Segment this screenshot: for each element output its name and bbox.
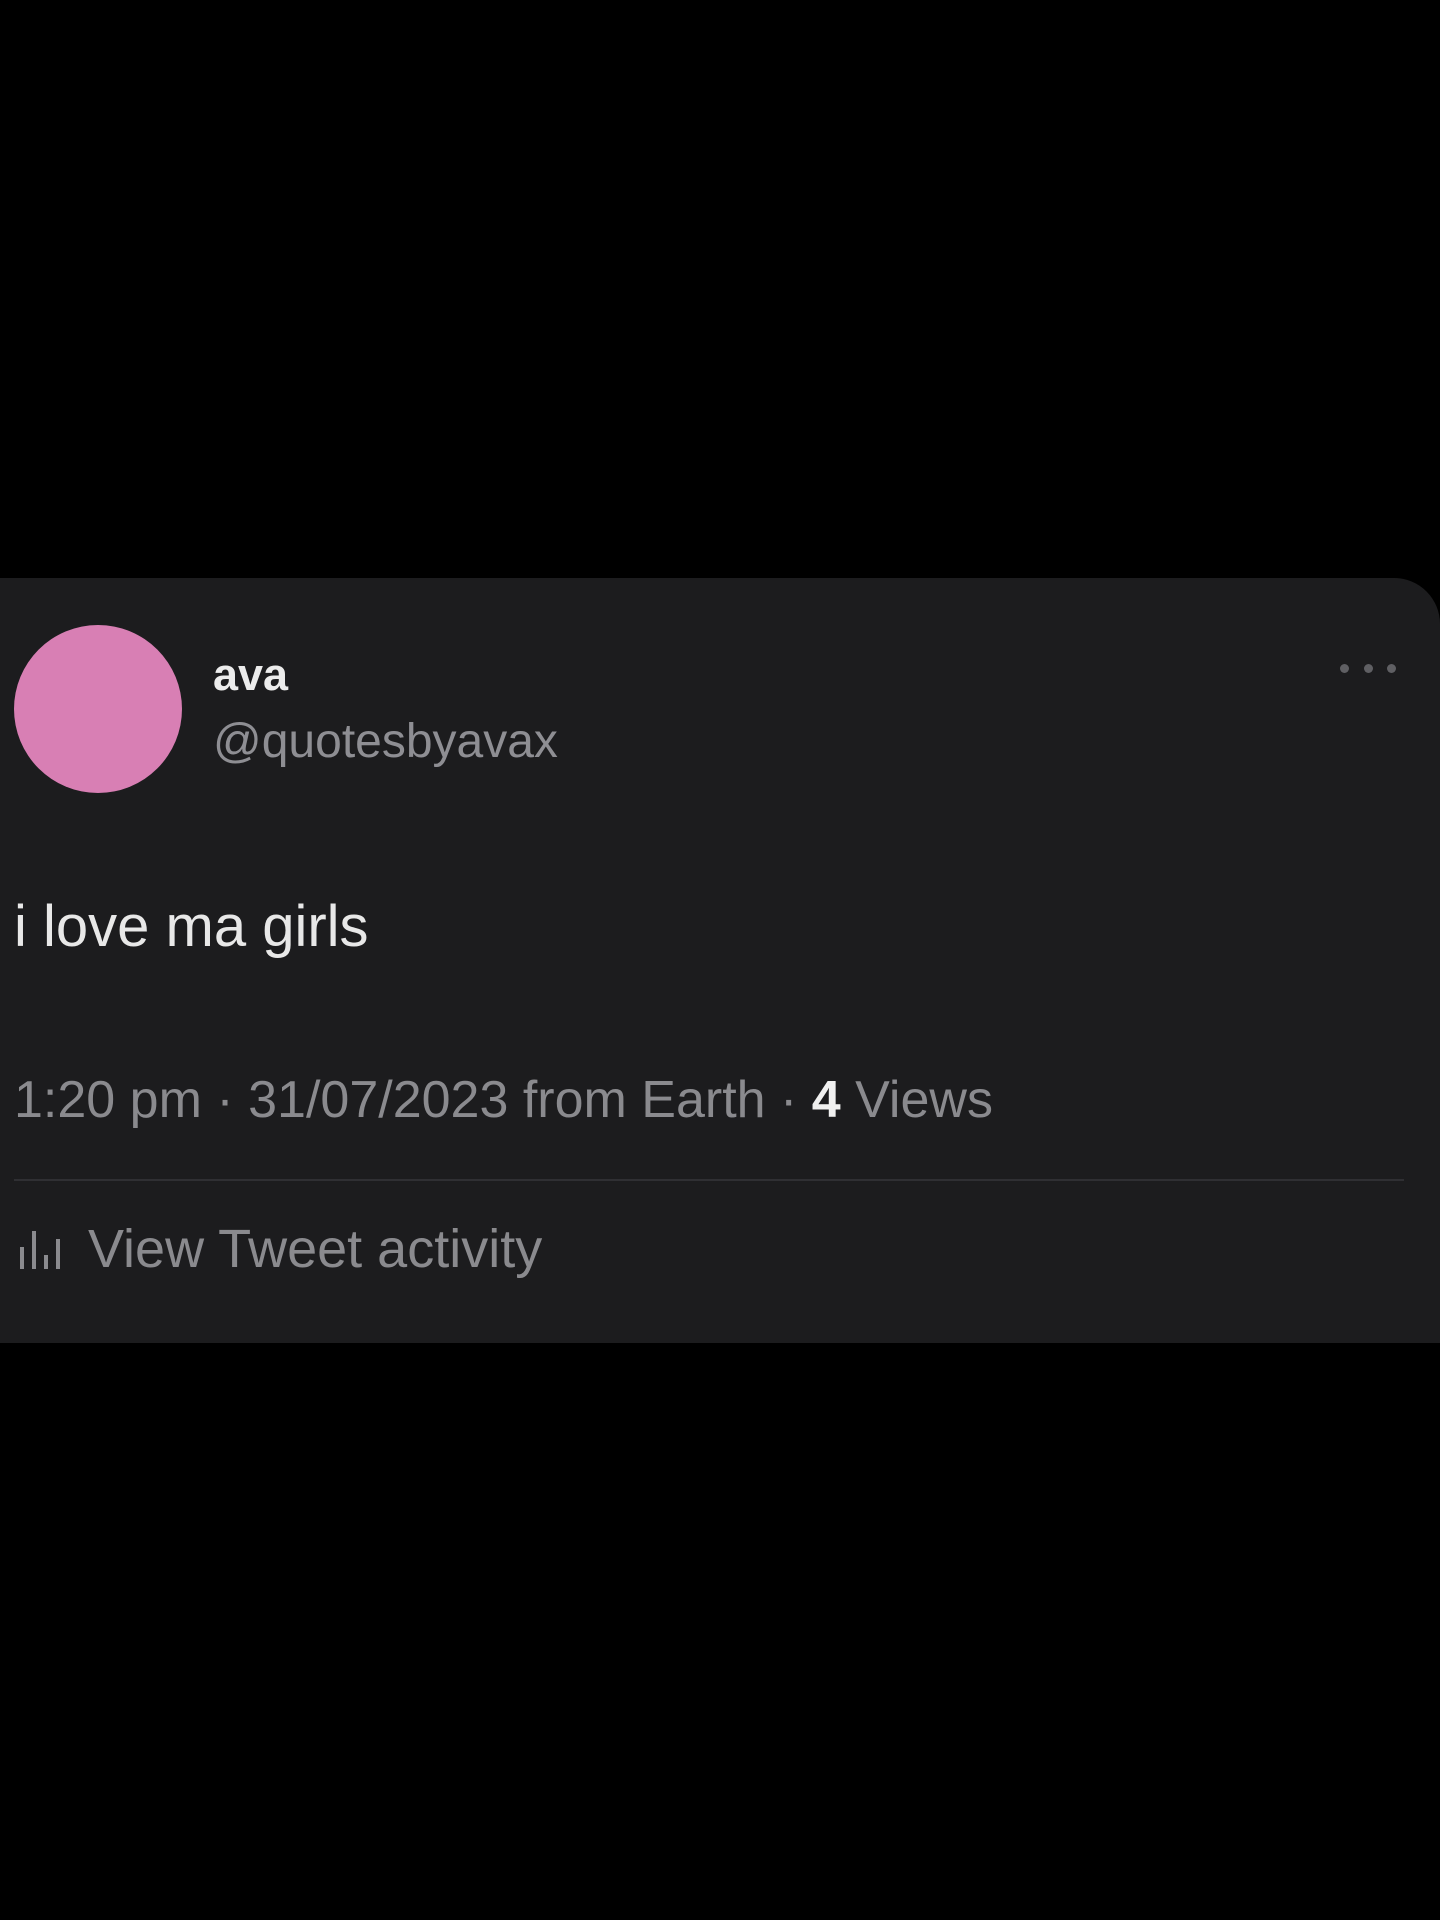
tweet-text: i love ma girls xyxy=(14,894,369,959)
bar-chart-icon xyxy=(20,1231,60,1269)
tweet-date-source[interactable]: 31/07/2023 from Earth xyxy=(248,1071,765,1129)
view-tweet-activity-button[interactable]: View Tweet activity xyxy=(18,1222,542,1276)
avatar[interactable] xyxy=(14,625,182,793)
more-options-button[interactable] xyxy=(1340,658,1396,678)
user-handle[interactable]: @quotesbyavax xyxy=(213,718,558,766)
more-dot xyxy=(1387,663,1396,673)
view-tweet-activity-label: View Tweet activity xyxy=(88,1219,543,1279)
more-horizontal-icon xyxy=(1340,663,1349,673)
display-name[interactable]: ava xyxy=(213,652,288,697)
screen: ava @quotesbyavax i love ma girls 1:20 p… xyxy=(0,0,1440,1920)
tweet-card[interactable]: ava @quotesbyavax i love ma girls 1:20 p… xyxy=(0,578,1440,1343)
meta-separator: · xyxy=(216,1071,234,1129)
views-count: 4 xyxy=(811,1071,841,1129)
meta-separator: · xyxy=(780,1071,798,1129)
views-label: Views xyxy=(855,1071,993,1129)
tweet-metadata: 1:20 pm · 31/07/2023 from Earth · 4 View… xyxy=(14,1074,993,1126)
divider xyxy=(14,1179,1404,1181)
tweet-time[interactable]: 1:20 pm xyxy=(14,1071,202,1129)
more-dot xyxy=(1363,663,1373,673)
